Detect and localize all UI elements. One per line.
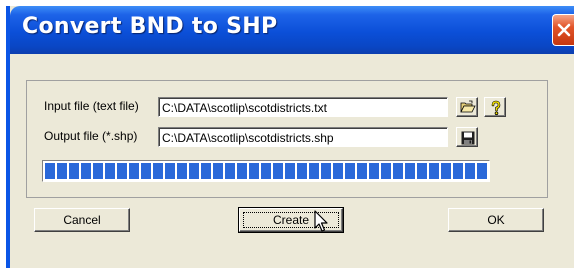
title-bar[interactable]: Convert BND to SHP: [10, 6, 574, 54]
output-file-field[interactable]: C:\DATA\scotlip\scotdistricts.shp: [158, 127, 448, 147]
mouse-cursor-icon: [314, 210, 328, 232]
open-folder-icon: [460, 100, 476, 113]
window-title: Convert BND to SHP: [22, 14, 278, 39]
close-icon: [557, 23, 571, 37]
help-question-icon: [491, 100, 501, 116]
progress-fill: [45, 163, 487, 179]
conversion-progress-bar: [42, 160, 490, 182]
help-button[interactable]: [484, 97, 506, 117]
browse-input-button[interactable]: [456, 97, 478, 117]
ok-button-label: OK: [487, 213, 505, 227]
save-disk-icon: [461, 131, 475, 145]
close-button[interactable]: [552, 14, 574, 46]
input-file-label: Input file (text file): [44, 99, 139, 113]
cancel-button[interactable]: Cancel: [34, 208, 130, 232]
cancel-button-label: Cancel: [63, 213, 101, 227]
create-button-label: Create: [272, 213, 310, 227]
input-file-field[interactable]: C:\DATA\scotlip\scotdistricts.txt: [158, 97, 448, 117]
ok-button[interactable]: OK: [448, 208, 544, 232]
output-file-label: Output file (*.shp): [44, 129, 138, 143]
save-output-button[interactable]: [456, 127, 478, 147]
